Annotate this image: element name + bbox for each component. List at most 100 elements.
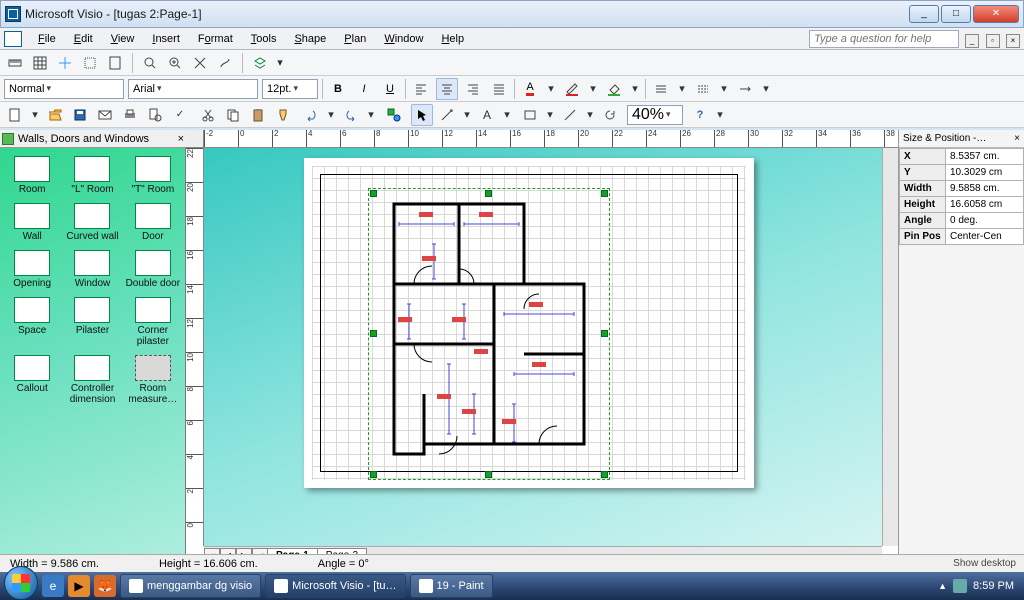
font-combo[interactable]: Arial▾ (128, 79, 258, 99)
line-ends-button[interactable] (734, 78, 756, 100)
spellcheck-icon[interactable]: ✓ (169, 104, 191, 126)
line-weight-dd[interactable]: ▾ (676, 78, 688, 100)
show-desktop-label[interactable]: Show desktop (953, 558, 1016, 569)
menu-shape[interactable]: Shape (286, 31, 334, 47)
stencil-item-2[interactable]: "T" Room (123, 152, 183, 199)
zoom-combo[interactable]: 40%▾ (627, 105, 683, 125)
ruler-icon[interactable] (4, 52, 26, 74)
scrollbar-vertical[interactable] (882, 148, 898, 546)
rect-tool-icon[interactable] (519, 104, 541, 126)
line-color-button[interactable] (561, 78, 583, 100)
sizepos-close-icon[interactable]: × (1014, 133, 1020, 144)
layers-dd-icon[interactable]: ▾ (274, 52, 286, 74)
sp-val[interactable]: 9.5858 cm. (946, 181, 1024, 197)
save-icon[interactable] (69, 104, 91, 126)
minimize-button[interactable]: _ (909, 5, 939, 23)
text-tool-icon[interactable]: A (476, 104, 498, 126)
menu-plan[interactable]: Plan (336, 31, 374, 47)
help-icon[interactable]: ? (689, 104, 711, 126)
align-center-button[interactable] (436, 78, 458, 100)
floor-plan-selection[interactable] (374, 194, 604, 474)
ruler-horizontal[interactable]: -202468101214161820222426283032343638 (204, 130, 898, 148)
menu-insert[interactable]: Insert (144, 31, 188, 47)
guides-icon[interactable] (54, 52, 76, 74)
stencil-item-8[interactable]: Double door (123, 246, 183, 293)
help-dd[interactable]: ▾ (714, 104, 726, 126)
taskbar-item[interactable]: 19 - Paint (410, 574, 493, 598)
tray-expand-icon[interactable]: ▲ (938, 581, 947, 591)
line-weight-button[interactable] (650, 78, 672, 100)
connpoints-icon[interactable] (79, 52, 101, 74)
stencil-item-5[interactable]: Door (123, 199, 183, 246)
stencil-item-6[interactable]: Opening (2, 246, 62, 293)
line-pattern-button[interactable] (692, 78, 714, 100)
stencil-item-11[interactable]: Corner pilaster (123, 293, 183, 351)
stencil-item-10[interactable]: Pilaster (62, 293, 122, 351)
help-search-input[interactable] (809, 30, 959, 48)
ruler-vertical[interactable]: 2220181614121086420 (186, 148, 204, 546)
mail-icon[interactable] (94, 104, 116, 126)
sp-val[interactable]: Center-Cen (946, 229, 1024, 245)
ie-icon[interactable]: e (42, 575, 64, 597)
close-button[interactable]: ✕ (973, 5, 1019, 23)
style-combo[interactable]: Normal▾ (4, 79, 124, 99)
page[interactable] (304, 158, 754, 488)
underline-button[interactable]: U (379, 78, 401, 100)
paste-icon[interactable] (247, 104, 269, 126)
mdi-close[interactable]: × (1006, 34, 1020, 48)
sp-val[interactable]: 16.6058 cm (946, 197, 1024, 213)
grid-icon[interactable] (29, 52, 51, 74)
line-ends-dd[interactable]: ▾ (760, 78, 772, 100)
font-color-dd[interactable]: ▾ (545, 78, 557, 100)
tray-clock[interactable]: 8:59 PM (973, 580, 1014, 592)
start-button[interactable] (4, 566, 38, 600)
redo-dd[interactable]: ▾ (365, 104, 377, 126)
stencil-item-12[interactable]: Callout (2, 351, 62, 409)
align-left-button[interactable] (410, 78, 432, 100)
redo-icon[interactable] (340, 104, 362, 126)
line-pattern-dd[interactable]: ▾ (718, 78, 730, 100)
menu-file[interactable]: File (30, 31, 64, 47)
taskbar-item[interactable]: menggambar dg visio (120, 574, 261, 598)
menu-edit[interactable]: Edit (66, 31, 101, 47)
print-icon[interactable] (119, 104, 141, 126)
align-right-button[interactable] (462, 78, 484, 100)
stencil-item-7[interactable]: Window (62, 246, 122, 293)
layers-icon[interactable] (249, 52, 271, 74)
size-combo[interactable]: 12pt.▾ (262, 79, 318, 99)
stencil-item-1[interactable]: "L" Room (62, 152, 122, 199)
zoomin-icon[interactable] (164, 52, 186, 74)
mdi-restore[interactable]: ▫ (986, 34, 1000, 48)
maximize-button[interactable]: □ (941, 5, 971, 23)
line-tool-icon[interactable] (559, 104, 581, 126)
zoom-icon[interactable] (139, 52, 161, 74)
wmp-icon[interactable]: ▶ (68, 575, 90, 597)
rotate-tool-icon[interactable] (599, 104, 621, 126)
pointer-tool-icon[interactable] (411, 104, 433, 126)
shapes-icon[interactable] (383, 104, 405, 126)
undo-dd[interactable]: ▾ (325, 104, 337, 126)
sp-val[interactable]: 0 deg. (946, 213, 1024, 229)
stencil-close-icon[interactable]: × (178, 133, 184, 145)
menu-format[interactable]: Format (190, 31, 241, 47)
copy-icon[interactable] (222, 104, 244, 126)
sp-val[interactable]: 10.3029 cm (946, 165, 1024, 181)
new-icon[interactable] (4, 104, 26, 126)
connector-tool-icon[interactable] (436, 104, 458, 126)
stencil-item-13[interactable]: Controller dimension (62, 351, 122, 409)
stencil-item-4[interactable]: Curved wall (62, 199, 122, 246)
bold-button[interactable]: B (327, 78, 349, 100)
align-justify-button[interactable] (488, 78, 510, 100)
menu-view[interactable]: View (103, 31, 143, 47)
stencil-item-14[interactable]: Room measure… (123, 351, 183, 409)
firefox-icon[interactable]: 🦊 (94, 575, 116, 597)
sp-val[interactable]: 8.5357 cm. (946, 149, 1024, 165)
stencil-item-3[interactable]: Wall (2, 199, 62, 246)
drawing-canvas[interactable] (204, 148, 882, 546)
menu-tools[interactable]: Tools (243, 31, 285, 47)
line-color-dd[interactable]: ▾ (587, 78, 599, 100)
menu-window[interactable]: Window (376, 31, 431, 47)
line-dd[interactable]: ▾ (584, 104, 596, 126)
stencil-item-9[interactable]: Space (2, 293, 62, 351)
fill-color-button[interactable] (603, 78, 625, 100)
